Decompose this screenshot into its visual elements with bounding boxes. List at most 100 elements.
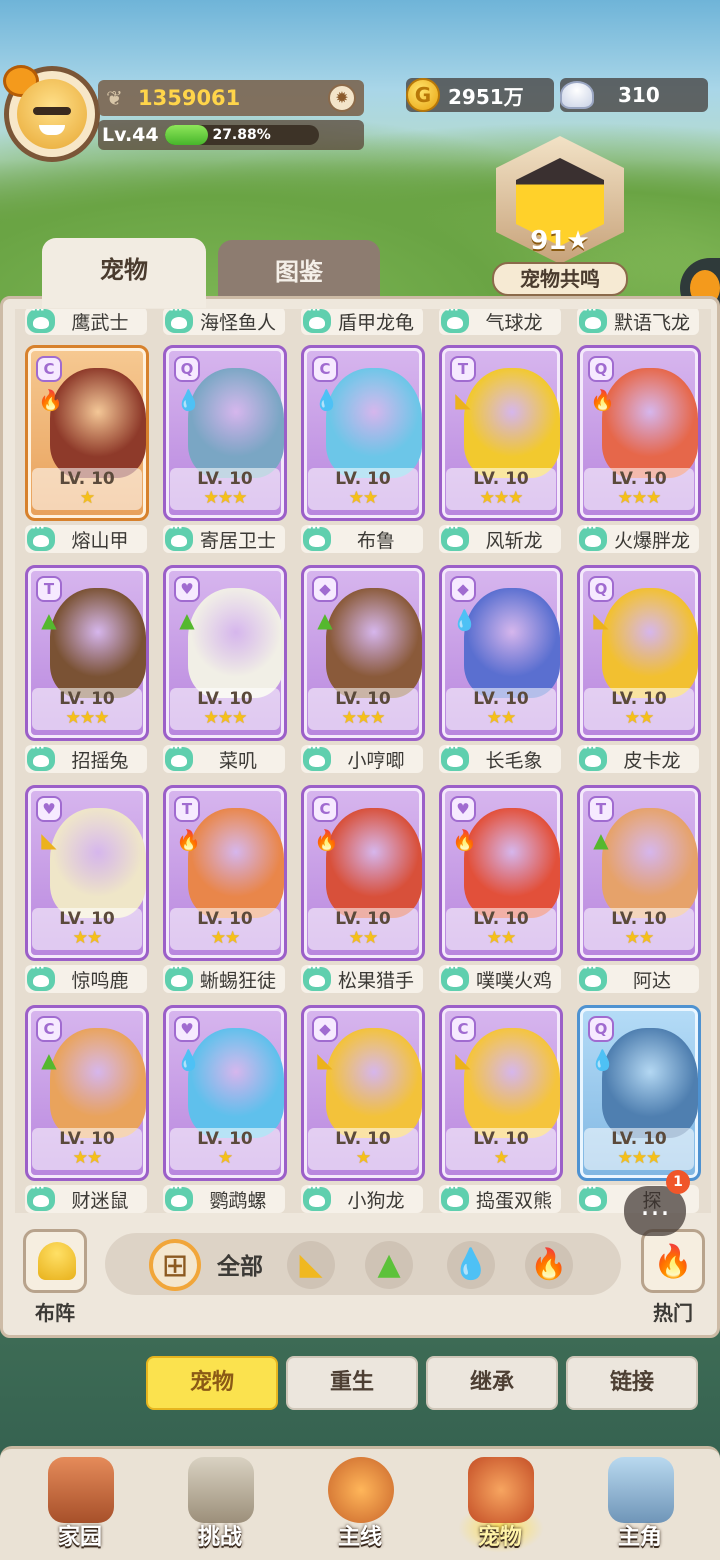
pet-portrait-icon	[188, 368, 284, 478]
pet-card[interactable]: Q ◣ LV. 10 ★★	[577, 565, 701, 741]
paw-icon	[579, 740, 607, 771]
pet-card[interactable]: C ▲ LV. 10 ★★	[25, 1005, 149, 1181]
nav-hero-label: 主角	[617, 1525, 662, 1550]
pet-class-icon: ◆	[312, 1016, 338, 1042]
pet-stars: ★★	[486, 708, 516, 728]
pet-level: LV. 10	[197, 1129, 253, 1149]
pet-name-pill: 气球龙	[439, 309, 561, 335]
pet-name: 布鲁	[356, 529, 395, 552]
pet-portrait-icon	[188, 1028, 284, 1138]
filter-bar: 布阵 全部 ◣ ▲ 💧 🔥 🔥 热门	[3, 1221, 717, 1335]
nav-challenge[interactable]: 挑战	[160, 1449, 280, 1559]
pet-level-box: LV. 10 ★★★	[584, 1128, 694, 1170]
pet-level-box: LV. 10 ★★★	[170, 468, 280, 510]
player-avatar[interactable]	[3, 65, 100, 162]
action-link[interactable]: 链接	[566, 1356, 698, 1410]
shell-currency[interactable]: 310	[560, 78, 708, 112]
pet-name-pill: 菜叽	[163, 740, 285, 773]
tab-pets[interactable]: 宠物	[42, 238, 206, 308]
pet-stars: ★★	[486, 928, 516, 948]
pet-level: LV. 10	[473, 689, 529, 709]
pet-grid[interactable]: 鹰武士海怪鱼人盾甲龙龟气球龙默语飞龙C🔥LV. 10★Q💧LV. 10★★★C💧…	[15, 309, 711, 1213]
pet-class-icon: C	[312, 356, 338, 382]
nav-hero[interactable]: 主角	[580, 1449, 700, 1559]
filter-water-icon[interactable]: 💧	[447, 1241, 495, 1289]
pet-card[interactable]: T ▲ LV. 10 ★★	[577, 785, 701, 961]
pet-card[interactable]: ◆ 💧 LV. 10 ★★	[439, 565, 563, 741]
pet-card[interactable]: ♥ 🔥 LV. 10 ★★	[439, 785, 563, 961]
pet-name: 鹰武士	[71, 311, 129, 334]
pet-name: 气球龙	[485, 311, 543, 334]
pet-level: LV. 10	[473, 1129, 529, 1149]
filter-all-button[interactable]	[149, 1239, 201, 1291]
fire-icon[interactable]: ✹	[328, 84, 356, 112]
pet-name-pill: 风斩龙	[439, 520, 561, 553]
pet-card[interactable]: Q 💧 LV. 10 ★★★	[163, 345, 287, 521]
pet-name-pill: 长毛象	[439, 740, 561, 773]
pet-card[interactable]: ◆ ◣ LV. 10 ★	[301, 1005, 425, 1181]
pet-card[interactable]: Q 💧 LV. 10 ★★★	[577, 1005, 701, 1181]
pet-card[interactable]: ♥ 💧 LV. 10 ★	[163, 1005, 287, 1181]
pet-stars: ★★	[348, 928, 378, 948]
pet-card[interactable]: ♥ ▲ LV. 10 ★★★	[163, 565, 287, 741]
nav-pets-label: 宠物	[477, 1525, 522, 1550]
pet-name-pill: 招摇兔	[25, 740, 147, 773]
pet-name: 默语飞龙	[613, 311, 690, 334]
wheat-icon: ❦	[106, 86, 123, 110]
pet-level: LV. 10	[335, 469, 391, 489]
pet-stars: ★★	[72, 928, 102, 948]
pet-name: 松果猎手	[337, 969, 414, 992]
pet-stars: ★★★	[479, 488, 524, 508]
pet-card[interactable]: T ▲ LV. 10 ★★★	[25, 565, 149, 741]
pet-portrait-icon	[326, 368, 422, 478]
pet-level: LV. 10	[611, 1129, 667, 1149]
fire-element-icon: 🔥	[590, 388, 615, 412]
pet-resonance-button[interactable]: 91★ 宠物共鸣	[486, 136, 634, 296]
formation-button[interactable]	[23, 1229, 87, 1293]
pet-card[interactable]: T 🔥 LV. 10 ★★	[163, 785, 287, 961]
pet-card[interactable]: C 🔥 LV. 10 ★★	[301, 785, 425, 961]
pet-card[interactable]: C ◣ LV. 10 ★	[439, 1005, 563, 1181]
pet-stars: ★★★	[617, 1148, 662, 1168]
paw-icon	[27, 309, 55, 333]
paw-icon	[27, 1180, 55, 1211]
pet-card[interactable]: C 🔥 LV. 10 ★	[25, 345, 149, 521]
pet-card[interactable]: C 💧 LV. 10 ★★	[301, 345, 425, 521]
pet-card[interactable]: ◆ ▲ LV. 10 ★★★	[301, 565, 425, 741]
action-pets[interactable]: 宠物	[146, 1356, 278, 1410]
pet-class-icon: ◆	[312, 576, 338, 602]
nav-challenge-label: 挑战	[197, 1525, 242, 1550]
pet-name-pill: 鹰武士	[25, 309, 147, 335]
main-quest-icon	[328, 1457, 394, 1523]
action-inherit[interactable]: 继承	[426, 1356, 558, 1410]
pet-name: 捣蛋双熊	[475, 1189, 552, 1212]
pet-name: 长毛象	[485, 749, 543, 772]
fire-element-icon: 🔥	[176, 828, 201, 852]
filter-earth-icon[interactable]: ◣	[287, 1241, 335, 1289]
filter-fire-icon[interactable]: 🔥	[525, 1241, 573, 1289]
pet-level: LV. 10	[197, 909, 253, 929]
tab-dex[interactable]: 图鉴	[218, 240, 380, 304]
pet-level-box: LV. 10 ★★	[584, 908, 694, 950]
pet-name: 招摇兔	[71, 749, 129, 772]
pet-card[interactable]: ♥ ◣ LV. 10 ★★	[25, 785, 149, 961]
gold-currency[interactable]: G 2951万	[406, 78, 554, 112]
nav-home[interactable]: 家园	[20, 1449, 140, 1559]
pet-level: LV. 10	[611, 469, 667, 489]
nav-pets[interactable]: 宠物	[440, 1449, 560, 1559]
pet-portrait-icon	[602, 588, 698, 698]
action-rebirth[interactable]: 重生	[286, 1356, 418, 1410]
pet-portrait-icon	[464, 588, 560, 698]
pet-card[interactable]: Q 🔥 LV. 10 ★★★	[577, 345, 701, 521]
pet-level: LV. 10	[59, 469, 115, 489]
xp-percent: 27.88%	[212, 127, 271, 143]
pet-name: 熔山甲	[71, 529, 129, 552]
pet-stars: ★★	[210, 928, 240, 948]
pet-name: 财迷鼠	[71, 1189, 129, 1212]
nav-main-quest[interactable]: 主线	[300, 1449, 420, 1559]
hot-button[interactable]: 🔥	[641, 1229, 705, 1293]
filter-grass-icon[interactable]: ▲	[365, 1241, 413, 1289]
pet-class-icon: ♥	[36, 796, 62, 822]
paw-icon	[303, 520, 331, 551]
pet-card[interactable]: T ◣ LV. 10 ★★★	[439, 345, 563, 521]
